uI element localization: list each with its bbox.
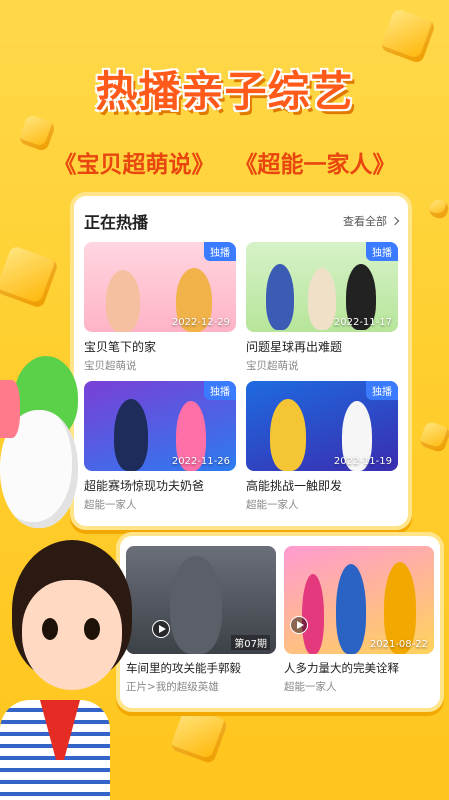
- card-subtitle: 正片>我的超级英雄: [126, 681, 219, 693]
- air-date: 2022-12-29: [171, 317, 230, 328]
- exclusive-badge: 独播: [366, 381, 398, 400]
- decor-gem-icon: [418, 420, 449, 454]
- panel-title: 正在热播: [84, 213, 149, 232]
- strip-video-card[interactable]: 2021-08-22 人多力量大的完美诠释 超能一家人: [284, 546, 434, 694]
- video-thumbnail[interactable]: 独播 2022-11-26: [84, 381, 236, 471]
- see-all-link[interactable]: 查看全部: [343, 213, 400, 229]
- card-subtitle: 超能一家人: [246, 499, 299, 511]
- person-figure: [336, 564, 366, 654]
- person-figure: [270, 399, 306, 471]
- air-date: 2022-11-26: [171, 456, 230, 467]
- video-thumbnail[interactable]: 2021-08-22: [284, 546, 434, 654]
- person-figure: [170, 556, 222, 654]
- decor-gem-icon: [169, 705, 229, 765]
- play-icon[interactable]: [290, 616, 308, 634]
- decor-gem-icon: [0, 244, 60, 310]
- video-thumbnail[interactable]: 第07期: [126, 546, 276, 654]
- now-playing-panel: 正在热播 查看全部 独播 2022-12-29 宝贝笔下的家 宝贝超萌说 独播 …: [70, 192, 412, 530]
- show-title-left: 《宝贝超萌说》: [53, 152, 215, 178]
- card-title: 高能挑战一触即发: [246, 479, 343, 493]
- decor-gem-icon: [427, 197, 449, 221]
- exclusive-badge: 独播: [366, 242, 398, 261]
- video-thumbnail[interactable]: 独播 2022-11-19: [246, 381, 398, 471]
- episode-label: 第07期: [231, 635, 270, 650]
- video-card[interactable]: 独播 2022-11-26 超能赛场惊现功夫奶爸 超能一家人: [84, 381, 236, 512]
- video-thumbnail[interactable]: 独播 2022-11-17: [246, 242, 398, 332]
- person-figure: [106, 270, 140, 332]
- page-headline: 热播亲子综艺: [95, 67, 354, 116]
- person-figure: [302, 574, 324, 654]
- pink-doll-mascot-icon: [0, 380, 20, 438]
- video-card[interactable]: 独播 2022-11-17 问题星球再出难题 宝贝超萌说: [246, 242, 398, 373]
- air-date: 2021-08-22: [369, 639, 428, 650]
- person-figure: [308, 268, 336, 330]
- card-title: 问题星球再出难题: [246, 340, 343, 354]
- strip-video-card[interactable]: 第07期 车间里的攻关能手郭毅 正片>我的超级英雄: [126, 546, 276, 694]
- exclusive-badge: 独播: [204, 381, 236, 400]
- play-icon[interactable]: [152, 620, 170, 638]
- card-title: 宝贝笔下的家: [84, 340, 157, 354]
- video-grid: 独播 2022-12-29 宝贝笔下的家 宝贝超萌说 独播 2022-11-17…: [84, 242, 398, 512]
- video-card[interactable]: 独播 2022-11-19 高能挑战一触即发 超能一家人: [246, 381, 398, 512]
- air-date: 2022-11-19: [333, 456, 392, 467]
- eye-icon: [84, 618, 100, 640]
- card-subtitle: 超能一家人: [284, 681, 337, 693]
- show-title-right: 《超能一家人》: [234, 152, 396, 178]
- card-subtitle: 宝贝超萌说: [84, 360, 137, 372]
- video-card[interactable]: 独播 2022-12-29 宝贝笔下的家 宝贝超萌说: [84, 242, 236, 373]
- eye-icon: [42, 618, 58, 640]
- show-titles: 《宝贝超萌说》 《超能一家人》: [0, 145, 449, 179]
- decor-gem-icon: [379, 7, 437, 65]
- person-figure: [266, 264, 294, 330]
- card-title: 人多力量大的完美诠释: [284, 661, 399, 675]
- card-subtitle: 超能一家人: [84, 499, 137, 511]
- card-title: 超能赛场惊现功夫奶爸: [84, 479, 205, 493]
- person-figure: [114, 399, 148, 471]
- video-thumbnail[interactable]: 独播 2022-12-29: [84, 242, 236, 332]
- panel-header: 正在热播 查看全部: [84, 208, 400, 234]
- exclusive-badge: 独播: [204, 242, 236, 261]
- card-subtitle: 宝贝超萌说: [246, 360, 299, 372]
- cartoon-girl-face: [22, 580, 122, 690]
- see-all-label: 查看全部: [343, 215, 387, 228]
- card-title: 车间里的攻关能手郭毅: [126, 661, 241, 675]
- recommend-strip: 第07期 车间里的攻关能手郭毅 正片>我的超级英雄 2021-08-22 人多力…: [116, 532, 444, 712]
- chevron-right-icon: [390, 216, 400, 226]
- air-date: 2022-11-17: [333, 317, 392, 328]
